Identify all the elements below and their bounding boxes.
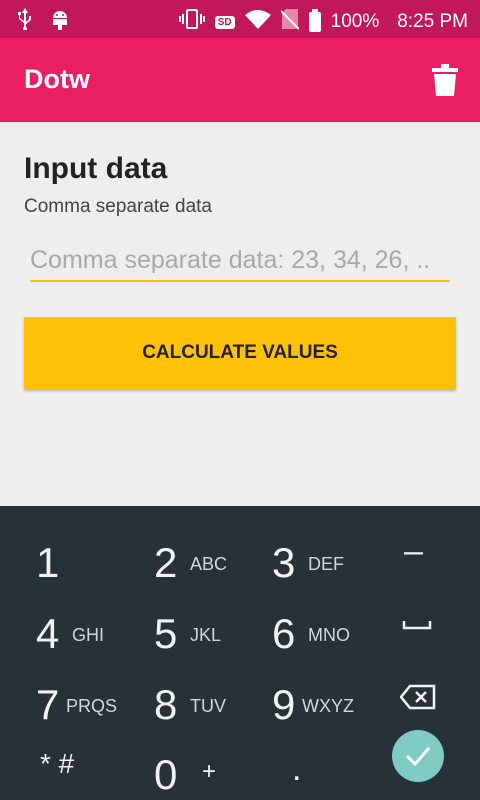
checkmark-icon: [405, 747, 431, 767]
android-debug-icon: [50, 8, 70, 35]
data-input[interactable]: [30, 240, 450, 282]
calculate-values-button[interactable]: CALCULATE VALUES: [24, 317, 456, 389]
key-1[interactable]: 1: [0, 518, 118, 588]
page-title: Input data: [24, 152, 168, 185]
key-period[interactable]: .: [236, 730, 354, 800]
numeric-keyboard: 1 2 ABC 3 DEF – 4 GHI 5 JKL 6 MNO 7 PRQS…: [0, 506, 480, 800]
backspace-icon: [400, 684, 436, 710]
clock: 8:25 PM: [397, 11, 468, 32]
delete-button[interactable]: [432, 64, 458, 96]
status-bar: SD 100% 8:25 PM: [0, 0, 480, 38]
key-space[interactable]: [362, 589, 480, 659]
app-bar: Dotw: [0, 38, 480, 122]
key-3[interactable]: 3 DEF: [236, 518, 354, 588]
input-hint-label: Comma separate data: [24, 196, 212, 217]
vibrate-icon: [178, 8, 205, 36]
key-9[interactable]: 9 WXYZ: [236, 660, 354, 730]
app-title: Dotw: [24, 64, 90, 94]
key-2[interactable]: 2 ABC: [118, 518, 236, 588]
key-8[interactable]: 8 TUV: [118, 660, 236, 730]
space-icon: [402, 621, 432, 630]
main-content: Input data Comma separate data CALCULATE…: [0, 122, 480, 506]
delete-icon: [432, 64, 458, 96]
wifi-icon: [244, 9, 271, 35]
battery-icon: [308, 9, 321, 32]
key-minus[interactable]: –: [362, 518, 480, 588]
key-backspace[interactable]: [362, 660, 480, 730]
sd-card-icon: SD: [214, 15, 235, 29]
key-6[interactable]: 6 MNO: [236, 589, 354, 659]
key-4[interactable]: 4 GHI: [0, 589, 118, 659]
no-sim-icon: [279, 8, 300, 36]
battery-percent: 100%: [330, 11, 380, 32]
key-0[interactable]: 0 +: [118, 730, 236, 800]
key-5[interactable]: 5 JKL: [118, 589, 236, 659]
key-7[interactable]: 7 PRQS: [0, 660, 118, 730]
done-button[interactable]: [392, 730, 444, 782]
usb-icon: [18, 8, 32, 35]
key-star-hash[interactable]: * #: [0, 730, 118, 800]
